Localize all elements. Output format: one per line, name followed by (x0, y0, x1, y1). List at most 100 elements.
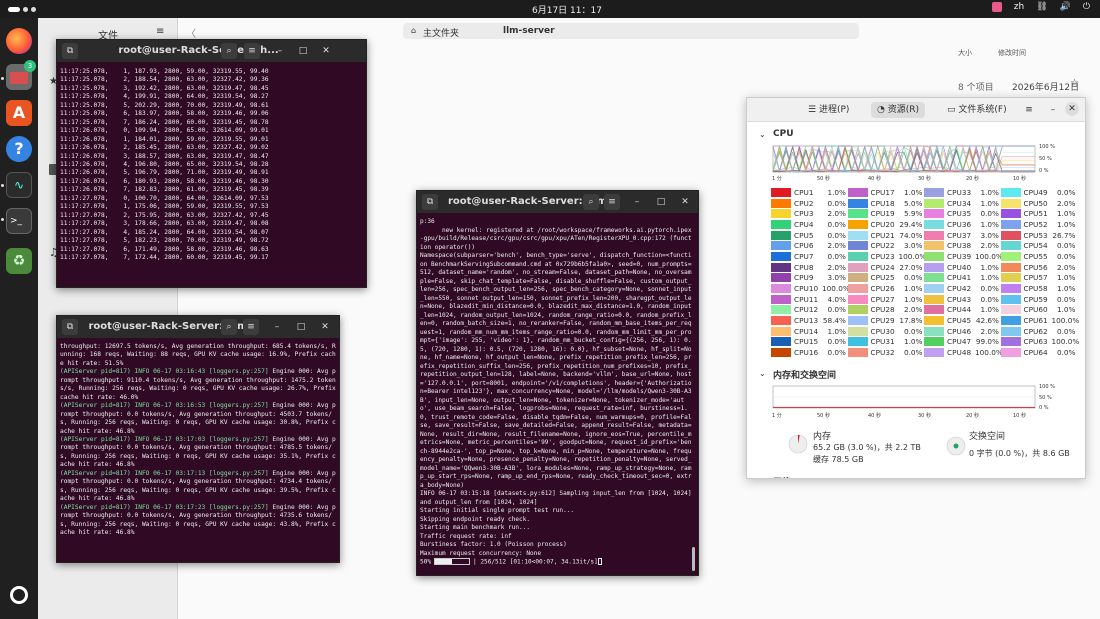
cpu-legend-item[interactable]: CPU14 1.0% (771, 326, 848, 337)
color-swatch[interactable] (847, 305, 868, 315)
input-method-indicator[interactable]: zh (1014, 2, 1024, 12)
cpu-legend-item[interactable]: CPU60 1.0% (1000, 305, 1078, 316)
color-swatch[interactable] (847, 326, 868, 336)
menu-icon[interactable]: ≡ (243, 319, 259, 335)
firefox-icon[interactable] (6, 28, 32, 54)
cpu-legend-item[interactable]: CPU41 1.0% (924, 273, 1001, 284)
cpu-legend-item[interactable]: CPU5 0.0% (771, 230, 848, 241)
cpu-legend-item[interactable]: CPU19 5.9% (847, 208, 925, 219)
color-swatch[interactable] (1000, 262, 1021, 272)
color-swatch[interactable] (771, 305, 791, 315)
cpu-legend-item[interactable]: CPU15 0.0% (771, 337, 848, 348)
cpu-legend-item[interactable]: CPU13 58.4% (771, 315, 848, 326)
color-swatch[interactable] (924, 294, 944, 304)
color-swatch[interactable] (924, 273, 944, 283)
system-monitor-icon[interactable]: ∿ (6, 172, 32, 198)
color-swatch[interactable] (924, 262, 944, 272)
system-tray[interactable]: zh ⛓ 🔊 ⏻ (991, 2, 1090, 12)
color-swatch[interactable] (771, 251, 791, 261)
cpu-legend-item[interactable]: CPU7 0.0% (771, 251, 848, 262)
color-swatch[interactable] (1000, 305, 1021, 315)
color-swatch[interactable] (1000, 348, 1021, 358)
terminal-titlebar[interactable]: ⧉ root@user-Rack-Server: /h... ⌕ ≡ – □ ✕ (57, 40, 366, 62)
cpu-legend-item[interactable]: CPU53 26.7% (1000, 230, 1078, 241)
path-bar[interactable]: ⌂ 主文件夹 llm-server (403, 23, 859, 39)
cpu-legend-item[interactable]: CPU54 0.0% (1000, 240, 1078, 251)
menu-icon[interactable]: ≡ (1021, 102, 1037, 118)
app-center-icon[interactable]: A (6, 100, 32, 126)
cpu-legend-item[interactable]: CPU38 2.0% (924, 240, 1001, 251)
terminal-output[interactable]: throughput: 12697.5 tokens/s, Avg genera… (57, 338, 339, 539)
color-swatch[interactable] (1000, 326, 1021, 336)
color-swatch[interactable] (1000, 251, 1021, 261)
cpu-legend-item[interactable]: CPU37 3.0% (924, 230, 1001, 241)
cpu-legend-item[interactable]: CPU57 1.0% (1000, 273, 1078, 284)
path-current[interactable]: llm-server (503, 26, 555, 36)
files-icon[interactable]: 3 (6, 60, 36, 90)
power-icon[interactable]: ⏻ (1083, 2, 1090, 12)
cpu-legend-item[interactable]: CPU44 1.0% (924, 305, 1001, 316)
color-swatch[interactable] (924, 241, 944, 251)
minimize-icon[interactable]: – (629, 194, 645, 210)
cpu-legend-item[interactable]: CPU11 4.0% (771, 294, 848, 305)
color-swatch[interactable] (847, 294, 868, 304)
color-swatch[interactable] (924, 316, 944, 326)
terminal-window-gpu[interactable]: ⧉ root@user-Rack-Server: /h... ⌕ ≡ – □ ✕… (56, 39, 367, 288)
cpu-legend-item[interactable]: CPU49 0.0% (1000, 187, 1078, 198)
app-indicator-icon[interactable] (991, 2, 1002, 12)
color-swatch[interactable] (771, 337, 791, 347)
terminal-titlebar[interactable]: ⧉ root@user-Rack-Server: /llm ⌕ ≡ – □ ✕ (417, 191, 698, 213)
terminal-window-benchmark[interactable]: ⧉ root@user-Rack-Server: /llm ⌕ ≡ – □ ✕ … (416, 190, 699, 576)
star-icon[interactable]: ☆ (1070, 78, 1079, 89)
trash-icon[interactable]: ♻ (6, 248, 32, 274)
cpu-legend-item[interactable]: CPU40 1.0% (924, 262, 1001, 273)
cpu-legend-item[interactable]: CPU59 0.0% (1000, 294, 1078, 305)
cpu-legend-item[interactable]: CPU6 2.0% (771, 240, 848, 251)
menu-icon[interactable]: ≡ (604, 194, 620, 210)
cpu-legend-item[interactable]: CPU55 0.0% (1000, 251, 1078, 262)
minimize-icon[interactable]: – (272, 43, 288, 59)
cpu-legend-item[interactable]: CPU21 74.0% (847, 230, 925, 241)
color-swatch[interactable] (771, 209, 791, 219)
cpu-legend-item[interactable]: CPU35 0.0% (924, 208, 1001, 219)
tab-resources[interactable]: ◔ 资源(R) (871, 102, 925, 118)
color-swatch[interactable] (771, 348, 791, 358)
color-swatch[interactable] (771, 230, 791, 240)
cpu-legend-item[interactable]: CPU50 2.0% (1000, 198, 1078, 209)
clock[interactable]: 6月17日 11：17 (532, 3, 602, 16)
color-swatch[interactable] (847, 241, 868, 251)
cpu-legend-item[interactable]: CPU12 0.0% (771, 305, 848, 316)
menu-icon[interactable]: ≡ (156, 26, 164, 37)
color-swatch[interactable] (1000, 241, 1021, 251)
color-swatch[interactable] (924, 326, 944, 336)
search-icon[interactable]: ⌕ (221, 43, 237, 59)
cpu-legend-item[interactable]: CPU34 1.0% (924, 198, 1001, 209)
terminal-output[interactable]: p:36 new kernel: registered at /root/wor… (417, 213, 698, 569)
color-swatch[interactable] (771, 241, 791, 251)
color-swatch[interactable] (847, 219, 868, 229)
close-icon[interactable]: ✕ (1065, 102, 1079, 116)
cpu-legend-item[interactable]: CPU16 0.0% (771, 347, 848, 358)
close-icon[interactable]: ✕ (317, 319, 333, 335)
cpu-legend-item[interactable]: CPU2 0.0% (771, 198, 848, 209)
color-swatch[interactable] (847, 273, 868, 283)
cpu-legend-item[interactable]: CPU29 17.8% (847, 315, 925, 326)
terminal-window-server-log[interactable]: ⧉ root@user-Rack-Server: /llm ⌕ ≡ – □ ✕ … (56, 315, 340, 563)
column-size[interactable]: 大小 (958, 48, 972, 58)
cpu-legend-item[interactable]: CPU61 100.0% (1000, 315, 1079, 326)
color-swatch[interactable] (1000, 209, 1021, 219)
show-apps-icon[interactable] (10, 586, 28, 604)
cpu-section-toggle[interactable]: ⌄ (759, 130, 766, 139)
cpu-legend-item[interactable]: CPU46 2.0% (924, 326, 1001, 337)
cpu-legend-item[interactable]: CPU28 2.0% (847, 305, 925, 316)
cpu-legend-item[interactable]: CPU4 0.0% (771, 219, 848, 230)
color-swatch[interactable] (924, 305, 944, 315)
cpu-legend-item[interactable]: CPU64 0.0% (1000, 347, 1078, 358)
color-swatch[interactable] (1000, 230, 1021, 240)
cpu-legend-item[interactable]: CPU26 1.0% (847, 283, 925, 294)
cpu-legend-item[interactable]: CPU30 0.0% (847, 326, 925, 337)
close-icon[interactable]: ✕ (318, 43, 334, 59)
back-button[interactable]: 〈 (186, 25, 196, 40)
color-swatch[interactable] (847, 209, 868, 219)
terminal-icon[interactable]: >_ (6, 208, 32, 234)
